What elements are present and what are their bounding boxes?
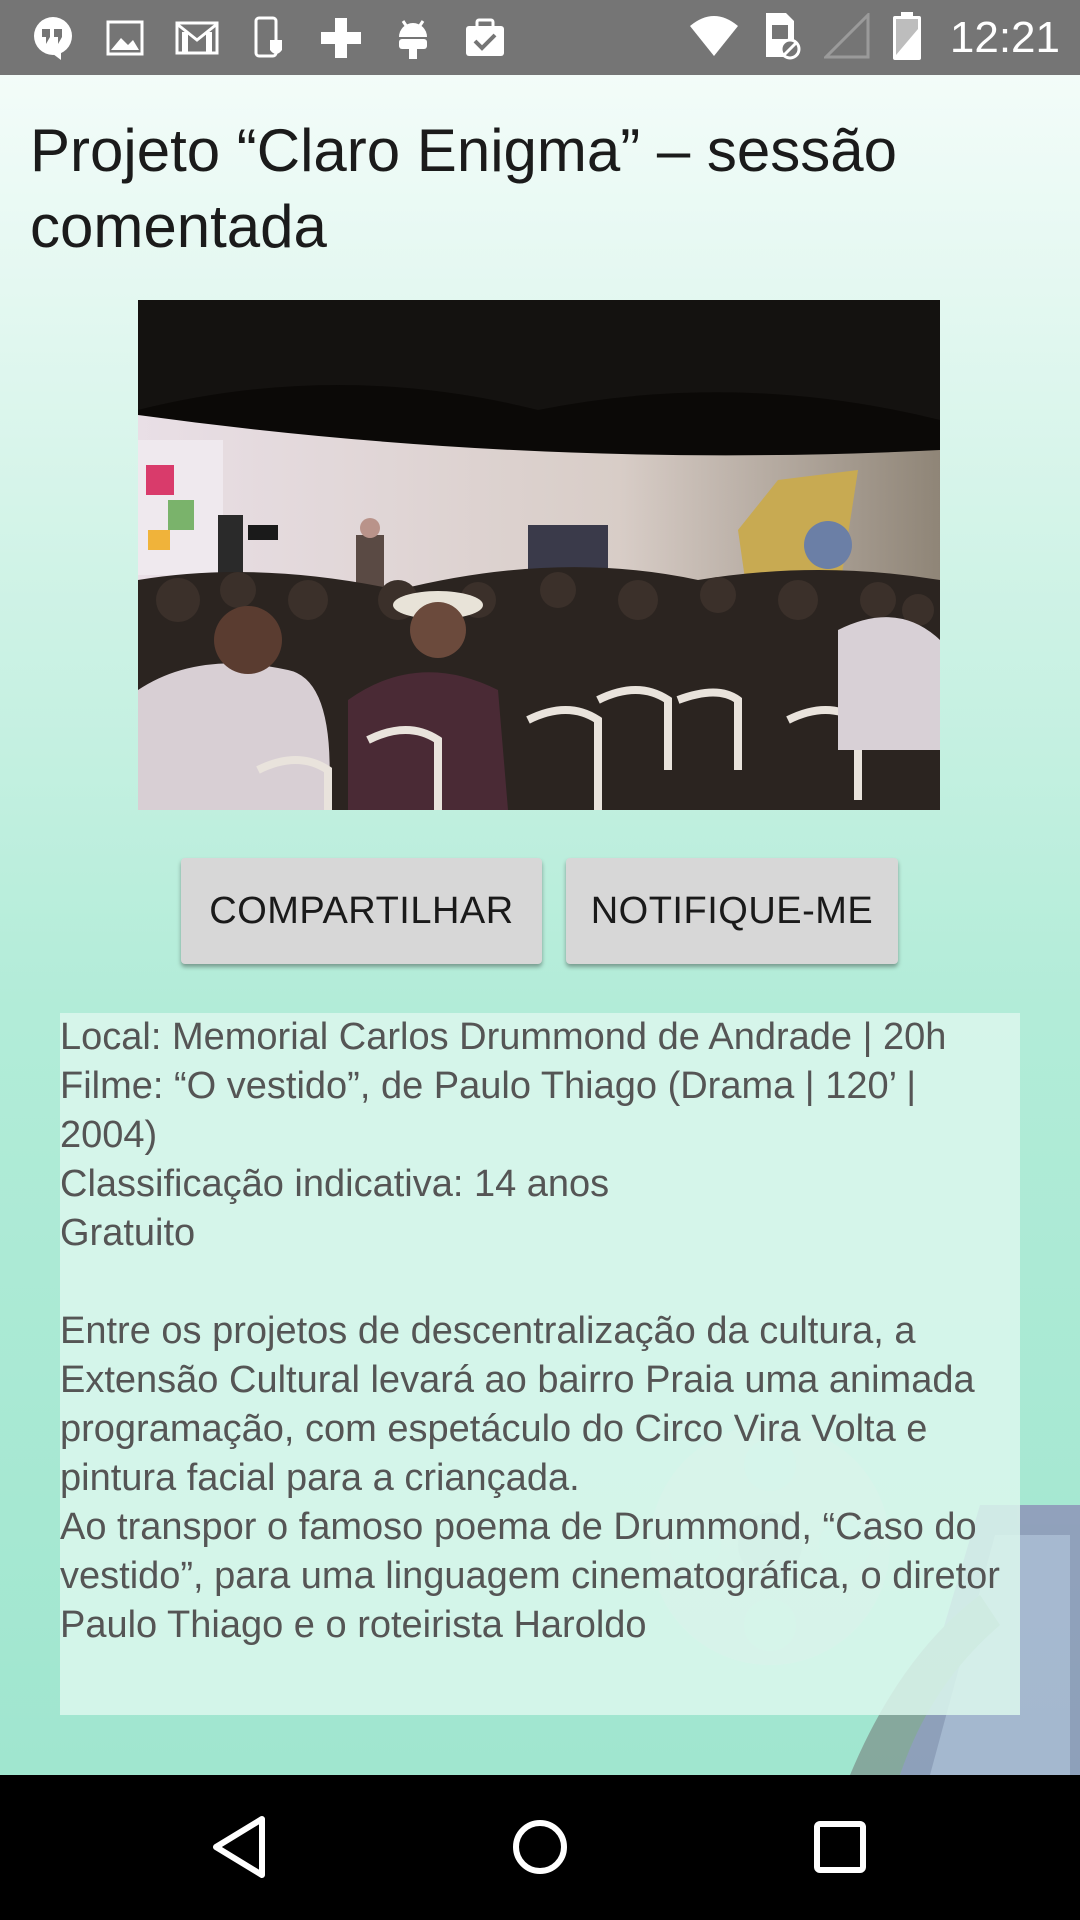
phone-shield-icon <box>246 15 292 61</box>
clipboard-check-icon <box>462 15 508 61</box>
event-location: Local: Memorial Carlos Drummond de Andra… <box>60 1016 947 1058</box>
sim-icon <box>762 11 802 66</box>
event-film: Filme: “O vestido”, de Paulo Thiago (Dra… <box>60 1065 917 1156</box>
event-detail-screen: Projeto “Claro Enigma” – sessão comentad… <box>0 75 1080 1775</box>
recents-icon[interactable] <box>800 1807 880 1887</box>
share-button[interactable]: COMPARTILHAR <box>181 858 542 964</box>
android-icon <box>390 15 436 61</box>
event-price: Gratuito <box>60 1212 196 1254</box>
hangouts-icon <box>30 15 76 61</box>
home-icon[interactable] <box>500 1807 580 1887</box>
gallery-icon <box>102 15 148 61</box>
notification-icons <box>30 14 508 62</box>
navigation-bar <box>0 1775 1080 1920</box>
notify-me-button[interactable]: NOTIFIQUE-ME <box>566 858 898 964</box>
battery-icon <box>892 11 922 66</box>
plus-cross-icon <box>318 15 364 61</box>
clock: 12:21 <box>949 13 1060 62</box>
signal-icon <box>822 10 870 64</box>
event-description[interactable]: Local: Memorial Carlos Drummond de Andra… <box>60 1013 1020 1715</box>
event-photo <box>138 300 940 810</box>
event-rating: Classificação indicativa: 14 anos <box>60 1163 610 1205</box>
back-icon[interactable] <box>200 1807 280 1887</box>
event-title: Projeto “Claro Enigma” – sessão comentad… <box>30 117 898 260</box>
gmail-icon <box>174 15 220 61</box>
event-paragraph-1: Entre os projetos de descentralização da… <box>60 1310 975 1499</box>
event-paragraph-2: Ao transpor o famoso poema de Drummond, … <box>60 1506 1000 1646</box>
wifi-icon <box>688 14 740 63</box>
status-bar: 12:21 <box>0 0 1080 75</box>
